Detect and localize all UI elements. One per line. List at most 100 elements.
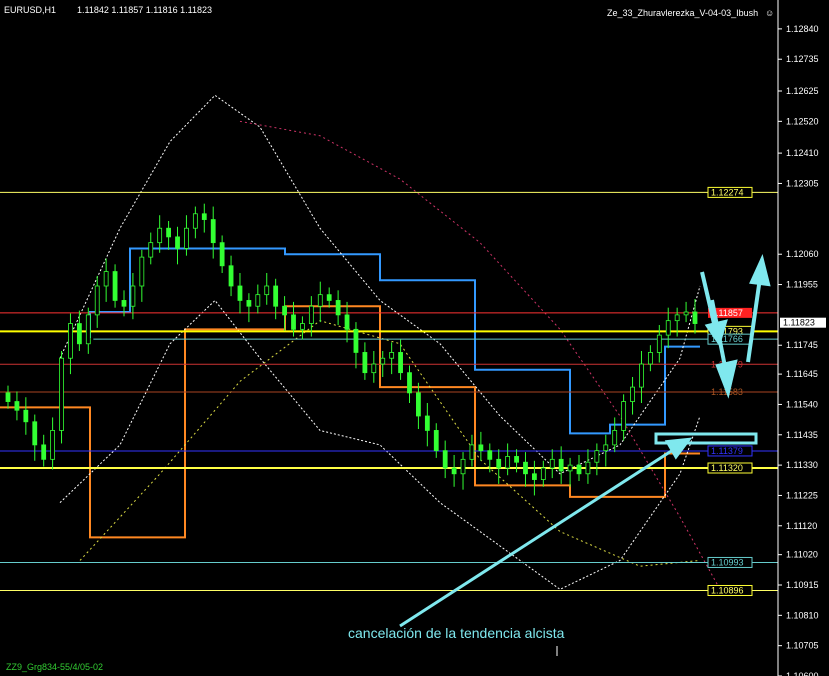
candle-body bbox=[344, 314, 350, 330]
tick-label: 1.12625 bbox=[786, 86, 819, 96]
candle-body bbox=[407, 372, 412, 394]
candle-body bbox=[630, 386, 635, 402]
tick-label: 1.11120 bbox=[786, 521, 817, 531]
level-label: 1.12274 bbox=[711, 187, 744, 197]
candle-body bbox=[674, 314, 680, 322]
candle-body bbox=[273, 285, 279, 307]
tick-label: 1.12305 bbox=[786, 178, 819, 188]
tick-label: 1.11435 bbox=[786, 430, 818, 440]
tick-label: 1.12410 bbox=[786, 148, 819, 158]
candle-body bbox=[255, 294, 261, 307]
candle-body bbox=[558, 458, 564, 472]
candle-body bbox=[532, 473, 537, 480]
candle-body bbox=[469, 444, 475, 460]
candle-body bbox=[451, 467, 457, 475]
candle-body bbox=[612, 430, 618, 446]
candle-body bbox=[41, 444, 47, 460]
candle-body bbox=[246, 300, 252, 307]
candle-body bbox=[23, 409, 29, 423]
tick-label: 1.11645 bbox=[786, 369, 818, 379]
tick-label: 1.11745 bbox=[786, 340, 818, 350]
candle-body bbox=[665, 320, 671, 336]
tick-label: 1.11330 bbox=[786, 460, 818, 470]
candle-body bbox=[335, 300, 341, 316]
tick-label: 1.12950 bbox=[786, 0, 819, 2]
candle-body bbox=[68, 323, 73, 359]
tick-label: 1.12735 bbox=[786, 54, 819, 64]
candle-body bbox=[362, 352, 368, 374]
candle-body bbox=[371, 363, 377, 374]
candle-body bbox=[523, 461, 528, 475]
candle-body bbox=[282, 305, 287, 316]
tick-label: 1.11225 bbox=[786, 490, 818, 500]
candle-body bbox=[308, 305, 314, 324]
candle-body bbox=[326, 294, 332, 301]
current-price-label: 1.11823 bbox=[783, 318, 815, 328]
candle-body bbox=[5, 392, 11, 402]
candle-body bbox=[424, 415, 430, 431]
candle-body bbox=[103, 271, 109, 287]
price-chart: 1.12950 1.12840 1.12735 1.12625 1.12520 1.124… bbox=[0, 0, 829, 676]
tick-label: 1.10915 bbox=[786, 580, 819, 590]
candle-body bbox=[514, 456, 519, 463]
candle-body bbox=[317, 294, 323, 307]
candle-body bbox=[237, 285, 243, 301]
level-label: 1.11320 bbox=[711, 463, 743, 473]
candle-body bbox=[94, 285, 100, 316]
tick-label: 1.12060 bbox=[786, 249, 819, 259]
candle-body bbox=[210, 219, 216, 244]
indicator-name: Ze_33_Zhuravlerezka_V-04-03_Ibush bbox=[607, 8, 758, 18]
candle-body bbox=[478, 444, 484, 452]
candle-body bbox=[656, 334, 662, 353]
candle-body bbox=[300, 323, 305, 330]
candle-body bbox=[291, 314, 296, 330]
candle-body bbox=[585, 461, 591, 475]
annotation-text: cancelación de la tendencia alcista bbox=[348, 625, 565, 641]
ohlc-values: 1.11842 1.11857 1.11816 1.11823 bbox=[77, 5, 212, 15]
candle-body bbox=[50, 430, 56, 460]
candle-body bbox=[692, 311, 698, 324]
candle-body bbox=[184, 227, 189, 249]
candle-body bbox=[264, 285, 270, 296]
candle-body bbox=[148, 242, 154, 258]
candle-body bbox=[85, 314, 91, 345]
candle-body bbox=[76, 323, 82, 345]
candle-body bbox=[398, 352, 403, 374]
candle-body bbox=[219, 242, 225, 267]
candle-body bbox=[201, 213, 207, 220]
tick-label: 1.10810 bbox=[786, 610, 819, 620]
tick-label: 1.10705 bbox=[786, 641, 819, 651]
candle-body bbox=[496, 458, 502, 469]
candle-body bbox=[603, 444, 609, 452]
chart-background bbox=[0, 0, 829, 676]
tick-label: 1.11955 bbox=[786, 280, 818, 290]
candle-body bbox=[433, 430, 439, 452]
candle-body bbox=[549, 458, 555, 469]
candle-body bbox=[192, 213, 198, 229]
level-label: 1.11379 bbox=[711, 446, 743, 456]
candle-body bbox=[139, 256, 145, 287]
candle-body bbox=[647, 352, 653, 365]
candle-body bbox=[175, 236, 180, 249]
candle-body bbox=[389, 352, 395, 359]
tick-label: 1.12520 bbox=[786, 116, 819, 126]
candle-body bbox=[487, 450, 493, 460]
candle-body bbox=[59, 357, 64, 431]
candle-body bbox=[121, 300, 127, 307]
candle-body bbox=[505, 456, 511, 469]
candle-body bbox=[14, 401, 20, 411]
candle-body bbox=[567, 464, 573, 472]
tick-label: 1.12840 bbox=[786, 24, 819, 34]
candle-body bbox=[380, 357, 386, 365]
candle-body bbox=[166, 227, 171, 238]
candle-body bbox=[540, 467, 546, 480]
candle-body bbox=[228, 265, 234, 287]
candle-body bbox=[594, 450, 600, 463]
candle-body bbox=[639, 363, 644, 388]
symbol-title: EURUSD,H1 bbox=[4, 5, 56, 15]
candle-body bbox=[621, 401, 627, 431]
tick-label: 1.11020 bbox=[786, 550, 818, 560]
candle-body bbox=[576, 464, 582, 475]
candle-body bbox=[130, 285, 136, 307]
level-label: 1.10993 bbox=[711, 557, 744, 567]
